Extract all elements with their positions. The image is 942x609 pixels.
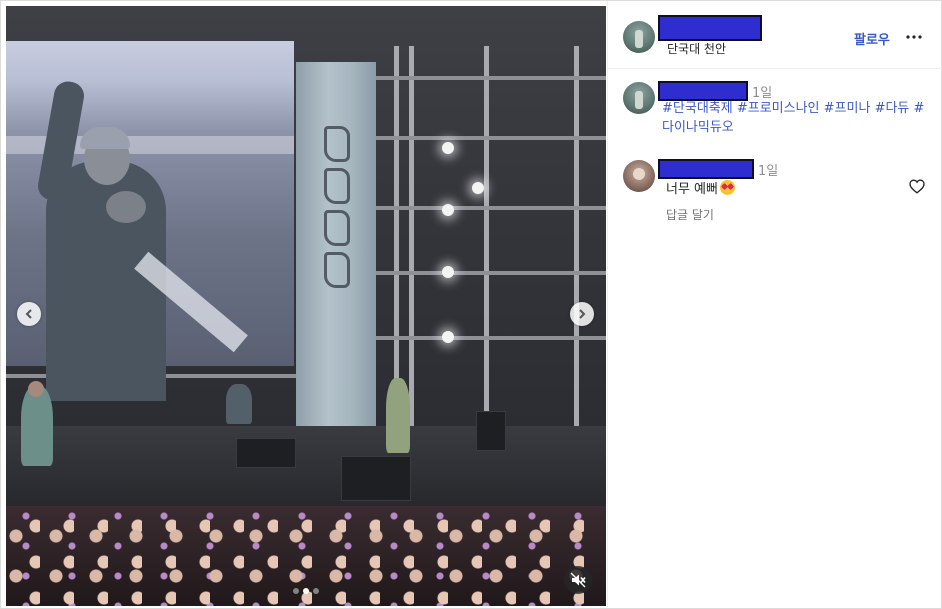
more-horizontal-icon: [906, 35, 922, 39]
author-avatar[interactable]: [623, 21, 655, 53]
mute-toggle-button[interactable]: [564, 566, 592, 594]
commenter-username-redacted[interactable]: [658, 159, 754, 179]
chevron-left-icon: [25, 309, 32, 319]
heart-outline-icon: [909, 179, 925, 194]
next-slide-button[interactable]: [570, 302, 594, 326]
previous-slide-button[interactable]: [17, 302, 41, 326]
hashtag-link[interactable]: #다듀: [875, 101, 910, 116]
instagram-post: 단국대 천안 팔로우 1일 #단국대축제 #프로미스나인 #프미나 #다듀 #다…: [0, 0, 942, 609]
heart-eyes-emoji-icon: [719, 180, 735, 195]
more-options-button[interactable]: [904, 27, 924, 47]
comment-like-button[interactable]: [908, 179, 926, 197]
post-header: 단국대 천안 팔로우: [608, 1, 942, 69]
caption-username-redacted[interactable]: [658, 81, 748, 101]
post-location[interactable]: 단국대 천안: [667, 40, 726, 57]
author-username-redacted[interactable]: [658, 15, 762, 41]
follow-button[interactable]: 팔로우: [854, 29, 890, 48]
caption-hashtags: #단국대축제 #프로미스나인 #프미나 #다듀 #다이나믹듀오: [662, 99, 932, 137]
carousel-dot: [293, 588, 299, 594]
comment-body: 너무 예뻐: [666, 178, 735, 197]
chevron-right-icon: [579, 309, 586, 319]
comment-text: 너무 예뻐: [666, 182, 718, 197]
post-side-panel: 단국대 천안 팔로우 1일 #단국대축제 #프로미스나인 #프미나 #다듀 #다…: [607, 1, 942, 608]
carousel-dot-active: [303, 588, 309, 594]
concert-photo: [6, 6, 606, 606]
commenter-avatar[interactable]: [623, 160, 655, 192]
reply-button[interactable]: 답글 달기: [666, 206, 714, 223]
hashtag-link[interactable]: #프미나: [824, 101, 871, 116]
caption-author-avatar[interactable]: [623, 82, 655, 114]
post-media[interactable]: [6, 6, 606, 606]
hashtag-link[interactable]: #프로미스나인: [737, 101, 820, 116]
carousel-dot: [313, 588, 319, 594]
speaker-muted-icon: [570, 572, 586, 588]
hashtag-link[interactable]: #단국대축제: [662, 101, 733, 116]
carousel-indicator: [293, 588, 319, 594]
comment-time[interactable]: 1일: [758, 160, 778, 179]
